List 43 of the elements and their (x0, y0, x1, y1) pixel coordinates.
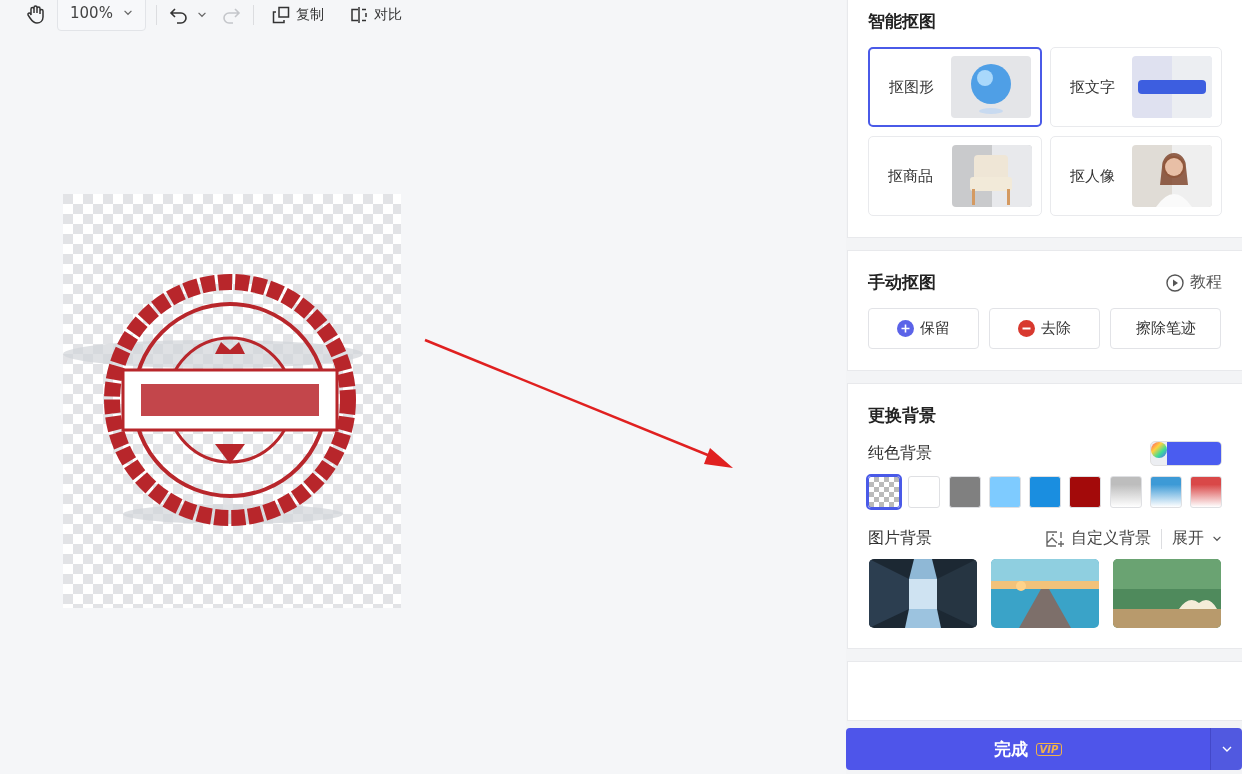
split-view-icon (349, 6, 368, 24)
erase-button[interactable]: 擦除笔迹 (1110, 308, 1221, 349)
play-icon (1166, 273, 1184, 292)
color-wheel-icon[interactable] (1151, 442, 1167, 458)
color-swatch[interactable] (948, 476, 981, 508)
caret-icon (122, 10, 133, 16)
color-swatch[interactable] (908, 476, 941, 508)
cutout-option[interactable]: 抠人像 (1050, 136, 1222, 216)
section-title: 手动抠图 (868, 271, 936, 294)
caret-icon (1212, 535, 1222, 542)
section-label: 图片背景 (868, 528, 932, 549)
section-title: 智能抠图 (868, 10, 937, 33)
color-swatch[interactable] (1149, 476, 1182, 508)
color-swatch[interactable] (1069, 476, 1102, 508)
color-swatch[interactable] (988, 476, 1021, 508)
minus-icon (1018, 320, 1035, 337)
caret-icon (1220, 745, 1233, 753)
hand-tool-icon[interactable] (25, 4, 47, 26)
add-image-icon (1045, 529, 1065, 548)
section-label: 纯色背景 (868, 443, 932, 464)
expand-button[interactable]: 展开 (1172, 528, 1222, 549)
cutout-option[interactable]: 抠文字 (1050, 47, 1222, 127)
dropdown-button[interactable] (1210, 728, 1242, 770)
vip-badge: VIP (1035, 742, 1063, 756)
custom-background-button[interactable]: 自定义背景 (1045, 528, 1151, 549)
color-swatch[interactable] (1109, 476, 1142, 508)
copy-icon (271, 6, 290, 24)
cutout-option[interactable]: 抠图形 (868, 47, 1042, 127)
keep-button[interactable]: 保留 (868, 308, 979, 349)
color-swatch[interactable] (1029, 476, 1061, 508)
remove-button[interactable]: 去除 (989, 308, 1100, 349)
caret-icon (196, 12, 207, 18)
copy-button[interactable]: 复制 (263, 6, 332, 24)
done-button[interactable]: 完成 VIP (846, 728, 1210, 770)
transparent-swatch[interactable] (868, 476, 900, 508)
plus-icon (897, 320, 914, 337)
cutout-option[interactable]: 抠商品 (868, 136, 1042, 216)
zoom-dropdown[interactable]: 100% (57, 0, 146, 31)
compare-button[interactable]: 对比 (341, 6, 410, 24)
section-title: 更换背景 (868, 404, 936, 427)
tutorial-link[interactable]: 教程 (1166, 272, 1222, 293)
current-color-button[interactable] (1167, 442, 1221, 465)
color-swatch[interactable] (1190, 476, 1222, 508)
